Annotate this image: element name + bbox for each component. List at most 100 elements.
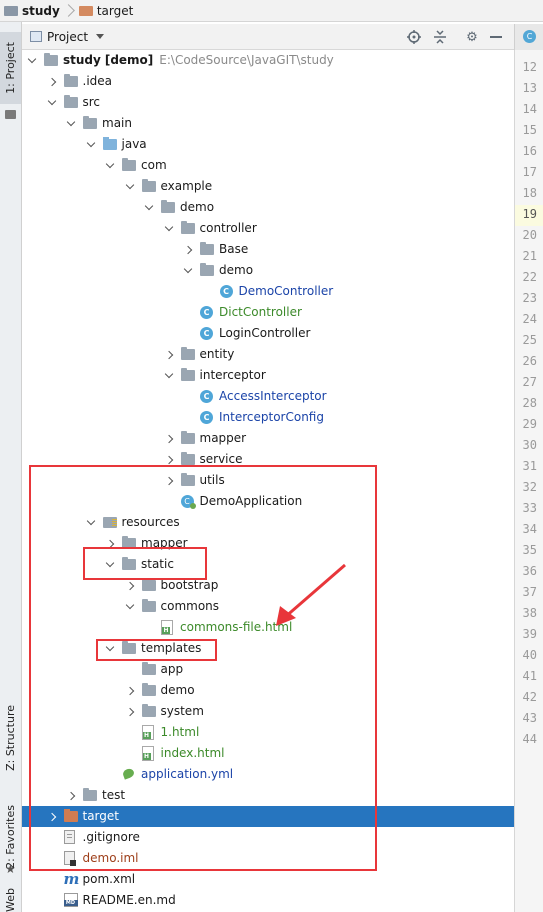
folder-icon — [63, 74, 78, 87]
line-number: 19 — [522, 207, 537, 221]
hide-icon[interactable] — [488, 29, 504, 45]
tree-item-name: DemoController — [238, 284, 334, 298]
tree-item-name: Base — [219, 242, 249, 256]
chevron-down-icon[interactable] — [47, 96, 56, 106]
tree-row[interactable]: C DictController — [22, 302, 514, 323]
crosshair-icon[interactable] — [406, 29, 422, 45]
breadcrumb-item-target[interactable]: target — [78, 3, 134, 18]
line-number: 33 — [522, 501, 537, 515]
annotation-box-templates — [96, 639, 217, 661]
tree-row[interactable]: com — [22, 155, 514, 176]
line-number: 31 — [522, 459, 537, 473]
breadcrumb-label: target — [96, 3, 134, 18]
tree-item-name: DictController — [219, 305, 302, 319]
line-number: 24 — [522, 312, 537, 326]
chevron-down-icon[interactable] — [105, 159, 115, 169]
gear-icon[interactable]: ⚙ — [464, 29, 480, 45]
tool-tab-structure[interactable]: Z: Structure — [0, 697, 21, 779]
chevron-down-icon[interactable] — [86, 138, 95, 148]
line-number: 36 — [522, 564, 537, 578]
tree-item-label: InterceptorConfig — [219, 409, 324, 425]
line-number: 26 — [522, 354, 537, 368]
maven-icon: m — [63, 870, 80, 888]
chevron-down-icon[interactable] — [66, 117, 76, 127]
chevron-right-icon[interactable] — [47, 77, 56, 87]
tree-row[interactable]: main — [22, 113, 514, 134]
tree-row[interactable]: demo — [22, 197, 514, 218]
tree-row[interactable]: study [demo] E:\CodeSource\JavaGIT\study — [22, 50, 514, 71]
line-number: 20 — [522, 228, 537, 242]
chevron-down-icon[interactable] — [164, 369, 173, 379]
line-number: 12 — [522, 60, 537, 74]
tree-item-name: example — [160, 179, 213, 193]
tree-row[interactable]: README.en.md — [22, 890, 514, 911]
breadcrumb-item-study[interactable]: study — [0, 4, 60, 18]
line-number: 29 — [522, 417, 537, 431]
line-number: 42 — [522, 690, 537, 704]
tree-item-name: study — [63, 53, 101, 67]
editor-tab[interactable]: C — [514, 24, 543, 50]
tree-row[interactable]: example — [22, 176, 514, 197]
line-number: 41 — [522, 669, 537, 683]
project-view-selector[interactable]: Project — [30, 30, 105, 44]
tree-row[interactable]: m pom.xml — [22, 869, 514, 890]
line-number: 28 — [522, 396, 537, 410]
tree-row[interactable]: interceptor — [22, 365, 514, 386]
class-icon: C — [200, 306, 213, 319]
line-number: 17 — [522, 165, 537, 179]
folder-icon — [4, 5, 18, 16]
folder-icon — [180, 221, 195, 234]
tool-tab-project[interactable]: 1: Project — [0, 32, 21, 104]
chevron-down-icon[interactable] — [27, 54, 37, 64]
tree-item-label: DictController — [219, 304, 302, 320]
folder-icon — [180, 368, 195, 381]
tree-item-name: entity — [199, 347, 235, 361]
chevron-right-icon[interactable] — [183, 245, 193, 255]
annotation-box-main — [29, 465, 377, 871]
tree-item-label: controller — [200, 220, 257, 236]
tree-row[interactable]: demo — [22, 260, 514, 281]
tree-item-name: service — [199, 452, 243, 466]
tool-tab-label: Web — [4, 888, 17, 912]
tree-row[interactable]: C LoginController — [22, 323, 514, 344]
source-folder-icon — [102, 137, 117, 150]
line-number: 21 — [522, 249, 537, 263]
line-number: 30 — [522, 438, 537, 452]
line-number: 32 — [522, 480, 537, 494]
tree-row[interactable]: C InterceptorConfig — [22, 407, 514, 428]
tree-item-name: demo — [219, 263, 254, 277]
tree-row[interactable]: entity — [22, 344, 514, 365]
tree-row[interactable]: mapper — [22, 428, 514, 449]
tree-row[interactable]: controller — [22, 218, 514, 239]
line-number: 37 — [522, 585, 537, 599]
tree-item-label: entity — [200, 346, 235, 362]
tree-item-label: pom.xml — [83, 871, 136, 887]
chevron-down-icon[interactable] — [164, 222, 173, 232]
line-number: 34 — [522, 522, 537, 536]
chevron-right-icon[interactable] — [164, 434, 173, 444]
chevron-down-icon[interactable] — [183, 264, 193, 274]
tree-row[interactable]: java — [22, 134, 514, 155]
chevron-down-icon[interactable] — [125, 180, 134, 190]
tree-row[interactable]: .idea — [22, 71, 514, 92]
tree-item-label: study [demo] E:\CodeSource\JavaGIT\study — [63, 52, 334, 68]
collapse-all-icon[interactable] — [432, 29, 448, 45]
tool-tab-web[interactable]: Web — [0, 888, 21, 912]
tree-item-name: InterceptorConfig — [219, 410, 324, 424]
chevron-down-icon[interactable] — [144, 201, 154, 211]
tree-item-label: README.en.md — [83, 892, 176, 908]
folder-icon — [122, 158, 136, 171]
tree-item-name: src — [82, 95, 101, 109]
chevron-right-icon[interactable] — [164, 350, 173, 360]
tree-item-name: LoginController — [219, 326, 311, 340]
line-number: 40 — [522, 648, 537, 662]
chevron-right-icon[interactable] — [164, 455, 173, 465]
tree-row[interactable]: C AccessInterceptor — [22, 386, 514, 407]
annotation-arrow — [276, 563, 346, 626]
folder-icon — [78, 5, 93, 16]
class-icon: C — [523, 30, 536, 43]
tree-row[interactable]: Base — [22, 239, 514, 260]
tree-row[interactable]: src — [22, 92, 514, 113]
tree-row[interactable]: C DemoController — [22, 281, 514, 302]
line-number: 18 — [522, 186, 537, 200]
